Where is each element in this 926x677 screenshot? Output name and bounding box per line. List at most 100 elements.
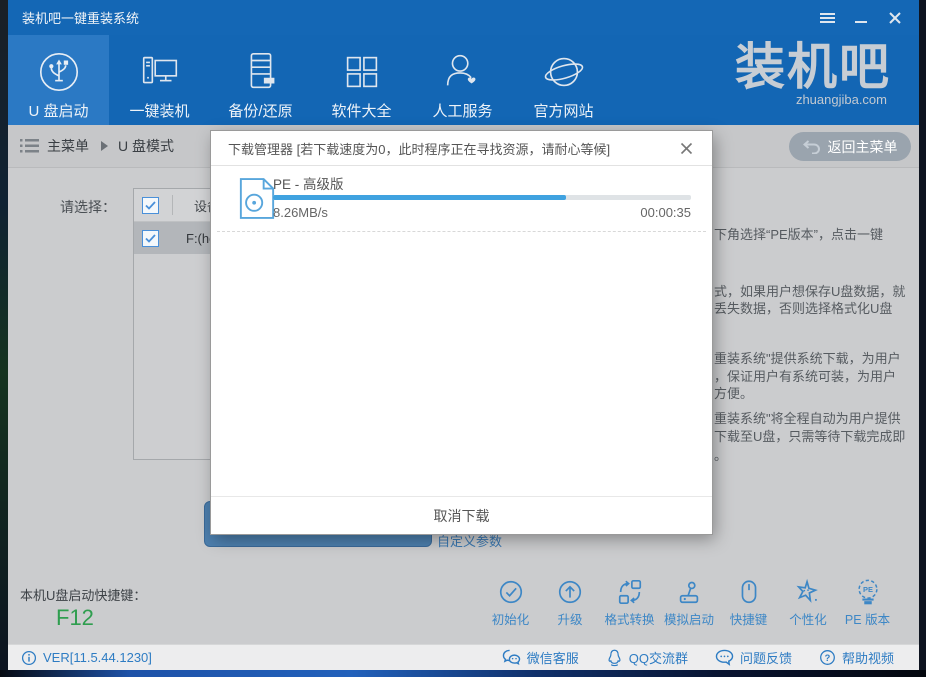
svg-text:PE: PE bbox=[863, 585, 873, 594]
progress-fill bbox=[273, 195, 566, 200]
nav-item-one-key-install[interactable]: 一键装机 bbox=[109, 35, 210, 125]
window-title: 装机吧一键重装系统 bbox=[8, 8, 139, 27]
person-service-icon bbox=[440, 47, 486, 97]
apps-grid-icon bbox=[339, 47, 385, 97]
qq-icon bbox=[606, 649, 623, 667]
download-elapsed-time: 00:00:35 bbox=[640, 205, 691, 220]
help-video-link[interactable]: ? 帮助视频 bbox=[819, 648, 894, 667]
version-text: VER[11.5.44.1230] bbox=[43, 650, 152, 665]
backup-icon bbox=[238, 47, 284, 97]
row-checkbox[interactable] bbox=[142, 230, 159, 247]
menu-icon[interactable] bbox=[819, 10, 835, 26]
format-convert-icon bbox=[616, 578, 644, 606]
nav-label: 软件大全 bbox=[331, 100, 391, 121]
tool-hotkeys[interactable]: 快捷键 bbox=[720, 578, 777, 628]
joystick-icon bbox=[675, 578, 703, 606]
check-circle-icon bbox=[497, 578, 525, 606]
tool-simulate-boot[interactable]: 模拟启动 bbox=[661, 578, 718, 628]
help-text-fragment: 下角选择“PE版本”，点击一键 bbox=[714, 224, 883, 243]
globe-icon bbox=[541, 47, 587, 97]
tool-pe-version[interactable]: PE PE 版本 bbox=[839, 578, 896, 628]
pe-badge-icon: PE bbox=[854, 578, 882, 606]
statusbar: VER[11.5.44.1230] 微信客服 QQ交流群 bbox=[8, 644, 919, 670]
usb-icon bbox=[36, 47, 82, 97]
logo-text: 装机吧 bbox=[691, 38, 891, 96]
desktop-taskbar-strip bbox=[0, 670, 926, 677]
statusbar-link-label: 帮助视频 bbox=[842, 648, 894, 667]
tool-label: 初始化 bbox=[492, 609, 530, 628]
version-info: VER[11.5.44.1230] bbox=[8, 650, 152, 666]
tool-personalize[interactable]: 个性化 bbox=[780, 578, 837, 628]
statusbar-link-label: 问题反馈 bbox=[740, 648, 792, 667]
tool-label: 模拟启动 bbox=[664, 609, 714, 628]
titlebar: 装机吧一键重装系统 bbox=[8, 0, 919, 35]
nav-item-usb-boot[interactable]: U 盘启动 bbox=[8, 35, 109, 125]
sparkle-icon bbox=[794, 578, 822, 606]
dialog-title: 下载管理器 [若下载速度为0，此时程序正在寻找资源，请耐心等候] bbox=[211, 139, 610, 158]
screen: 装机吧一键重装系统 bbox=[0, 0, 926, 677]
tool-label: 升级 bbox=[557, 609, 582, 628]
dialog-close-icon[interactable] bbox=[680, 142, 700, 155]
download-item-name: PE - 高级版 bbox=[273, 173, 344, 193]
statusbar-links: 微信客服 QQ交流群 问题反馈 bbox=[502, 648, 919, 667]
list-menu-icon bbox=[20, 139, 39, 153]
statusbar-link-label: 微信客服 bbox=[527, 648, 579, 667]
nav-item-website[interactable]: 官方网站 bbox=[513, 35, 614, 125]
mouse-icon bbox=[735, 578, 763, 606]
column-separator bbox=[172, 195, 173, 215]
minimize-button[interactable] bbox=[853, 10, 869, 26]
hotkey-value: F12 bbox=[56, 605, 94, 631]
help-text-fragment: 丢失数据，否则选择格式化U盘 bbox=[714, 298, 892, 317]
arrow-up-circle-icon bbox=[556, 578, 584, 606]
nav-label: 人工服务 bbox=[432, 100, 492, 121]
back-arrow-icon bbox=[803, 139, 821, 154]
nav-item-software[interactable]: 软件大全 bbox=[311, 35, 412, 125]
breadcrumb-arrow-icon bbox=[101, 141, 108, 151]
tools-row: 初始化 升级 格式转换 bbox=[482, 578, 896, 628]
help-text-fragment: 重装系统"将全程自动为用户提供 bbox=[714, 408, 901, 427]
breadcrumb-root[interactable]: 主菜单 bbox=[47, 136, 89, 156]
tool-label: 快捷键 bbox=[730, 609, 768, 628]
help-text-fragment: 方便。 bbox=[714, 383, 753, 402]
tool-label: 个性化 bbox=[789, 609, 827, 628]
back-to-main-menu-button[interactable]: 返回主菜单 bbox=[789, 132, 911, 161]
disc-file-icon bbox=[238, 177, 276, 220]
nav-label: 一键装机 bbox=[129, 100, 189, 121]
titlebar-controls bbox=[819, 10, 919, 26]
desktop-edge-right bbox=[919, 0, 926, 677]
select-all-checkbox[interactable] bbox=[142, 197, 159, 214]
progress-bar bbox=[273, 195, 691, 200]
back-button-label: 返回主菜单 bbox=[828, 137, 898, 157]
tool-format-convert[interactable]: 格式转换 bbox=[601, 578, 658, 628]
info-icon bbox=[21, 650, 37, 666]
svg-text:?: ? bbox=[825, 653, 831, 663]
help-text-fragment: 下载至U盘，只需等待下载完成即 bbox=[714, 426, 905, 445]
help-circle-icon: ? bbox=[819, 649, 836, 666]
logo: 装机吧 zhuangjiba.com bbox=[691, 38, 891, 107]
select-label: 请选择： bbox=[60, 197, 116, 217]
tool-label: 格式转换 bbox=[604, 609, 654, 628]
statusbar-link-label: QQ交流群 bbox=[629, 648, 688, 667]
download-manager-dialog: 下载管理器 [若下载速度为0，此时程序正在寻找资源，请耐心等候] PE - 高级… bbox=[211, 131, 712, 534]
nav-label: 备份/还原 bbox=[228, 100, 292, 121]
tool-init[interactable]: 初始化 bbox=[482, 578, 539, 628]
feedback-link[interactable]: 问题反馈 bbox=[715, 648, 792, 667]
desktop-edge-left bbox=[0, 0, 8, 677]
close-button[interactable] bbox=[887, 10, 903, 26]
tool-upgrade[interactable]: 升级 bbox=[542, 578, 599, 628]
nav-label: U 盘启动 bbox=[28, 100, 88, 121]
cancel-download-button[interactable]: 取消下载 bbox=[434, 506, 490, 526]
download-speed: 8.26MB/s bbox=[273, 205, 328, 220]
nav-item-service[interactable]: 人工服务 bbox=[412, 35, 513, 125]
hotkey-label: 本机U盘启动快捷键： bbox=[20, 585, 146, 604]
help-text-fragment: 。 bbox=[714, 445, 727, 464]
nav-item-backup-restore[interactable]: 备份/还原 bbox=[210, 35, 311, 125]
qq-group-link[interactable]: QQ交流群 bbox=[606, 648, 688, 667]
dialog-header: 下载管理器 [若下载速度为0，此时程序正在寻找资源，请耐心等候] bbox=[211, 131, 712, 166]
breadcrumb-current: U 盘模式 bbox=[118, 136, 174, 156]
feedback-bubble-icon bbox=[715, 649, 734, 666]
nav-label: 官方网站 bbox=[533, 100, 593, 121]
wechat-support-link[interactable]: 微信客服 bbox=[502, 648, 579, 667]
computer-icon bbox=[137, 47, 183, 97]
help-text-fragment: 重装系统"提供系统下载，为用户 bbox=[714, 348, 901, 367]
